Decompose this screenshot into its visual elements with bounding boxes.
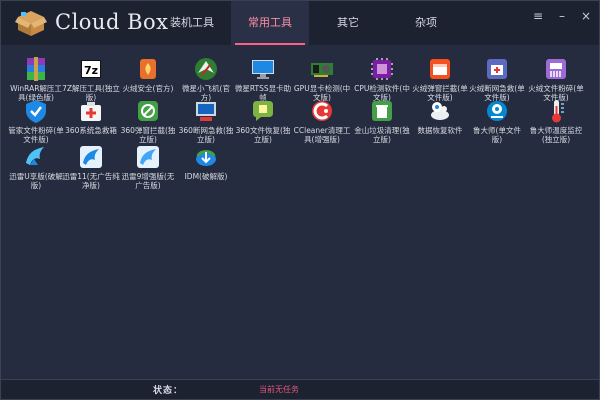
file-recover-icon (253, 101, 273, 121)
tool-label: 鲁大师温度监控(独立版) (529, 126, 583, 144)
ludashi-icon (487, 101, 507, 121)
tool-360-file-recover[interactable]: 360文件恢复(独立版) (234, 97, 292, 155)
status-bar: 状态： 当前无任务 (1, 379, 599, 399)
svg-text:7z: 7z (84, 64, 98, 77)
tool-label: 360文件恢复(独立版) (235, 126, 291, 144)
tab-misc[interactable]: 杂项 (387, 1, 465, 45)
trash-clean-icon (372, 101, 392, 121)
app-title: Cloud Box (55, 10, 169, 34)
shield-icon (26, 100, 46, 123)
tool-ccleaner[interactable]: CCleaner清理工具(增强版) (293, 97, 351, 155)
thermometer-icon (552, 100, 564, 123)
title-bar: Cloud Box 装机工具 常用工具 其它 杂项 ≡ – × (1, 1, 599, 45)
huorong-icon (140, 59, 156, 79)
thunder-icon (137, 146, 159, 168)
7zip-icon: 7z (81, 60, 101, 78)
tab-bar: 装机工具 常用工具 其它 杂项 (153, 1, 465, 45)
tool-label: 360系统急救箱 (65, 126, 117, 135)
tab-other[interactable]: 其它 (309, 1, 387, 45)
idm-icon (196, 150, 216, 166)
close-icon[interactable]: × (579, 9, 593, 23)
cpu-chip-icon (371, 58, 393, 80)
tool-label: 管家文件粉碎(单文件版) (8, 126, 64, 144)
data-recovery-icon (431, 102, 449, 120)
tool-label: 迅雷11(无广告纯净版) (62, 172, 120, 190)
tool-label: 鲁大师(单文件版) (473, 126, 521, 144)
tool-kingsoft-clean[interactable]: 金山垃圾清理(独立版) (353, 97, 411, 155)
tool-label: 360弹窗拦截(独立版) (120, 126, 176, 144)
tool-label: 迅雷U享版(破解版) (9, 172, 63, 190)
status-label: 状态： (153, 386, 184, 396)
winrar-icon (27, 57, 45, 81)
rescue-box-icon (81, 102, 101, 121)
first-aid-icon (487, 59, 507, 79)
tool-label: 金山垃圾清理(独立版) (354, 126, 410, 144)
gpu-card-icon (311, 63, 333, 77)
status-value: 当前无任务 (259, 385, 299, 394)
thunder-icon (80, 146, 102, 168)
network-repair-icon (196, 102, 216, 121)
tool-thunder-u[interactable]: 迅雷U享版(破解版) (7, 143, 65, 201)
tool-label: 火绒安全(官方) (122, 84, 174, 93)
popup-block-icon (430, 59, 450, 79)
app-window: Cloud Box 装机工具 常用工具 其它 杂项 ≡ – × WinRAR解压… (0, 0, 600, 400)
tool-label: CCleaner清理工具(增强版) (293, 126, 351, 144)
tool-thunder-11[interactable]: 迅雷11(无广告纯净版) (62, 143, 120, 201)
block-circle-icon (138, 101, 158, 121)
tool-grid: WinRAR解压工具(绿色版) 7z 7Z解压工具(独立版) 火绒安全(官方) (1, 45, 599, 380)
tool-data-recovery[interactable]: 数据恢复软件 (411, 97, 469, 155)
shredder-icon (546, 59, 566, 79)
tool-label: 数据恢复软件 (417, 126, 463, 135)
tab-common-tools[interactable]: 常用工具 (231, 1, 309, 45)
tool-thunder-9[interactable]: 迅雷9增强版(无广告版) (119, 143, 177, 201)
tool-label: 迅雷9增强版(无广告版) (121, 172, 175, 190)
tool-ludashi[interactable]: 鲁大师(单文件版) (468, 97, 526, 155)
tab-install-tools[interactable]: 装机工具 (153, 1, 231, 45)
tool-ludashi-temp[interactable]: 鲁大师温度监控(独立版) (527, 97, 585, 155)
minimize-icon[interactable]: – (555, 9, 569, 23)
tool-label: IDM(破解版) (184, 172, 228, 181)
ccleaner-icon (312, 101, 332, 121)
tool-label: 360断网急救(独立版) (178, 126, 234, 144)
thunder-icon (26, 147, 44, 165)
monitor-icon (252, 60, 274, 79)
cardboard-box-logo-icon (15, 11, 47, 36)
afterburner-icon (195, 58, 217, 80)
menu-icon[interactable]: ≡ (531, 9, 545, 23)
tool-idm[interactable]: IDM(破解版) (177, 143, 235, 201)
